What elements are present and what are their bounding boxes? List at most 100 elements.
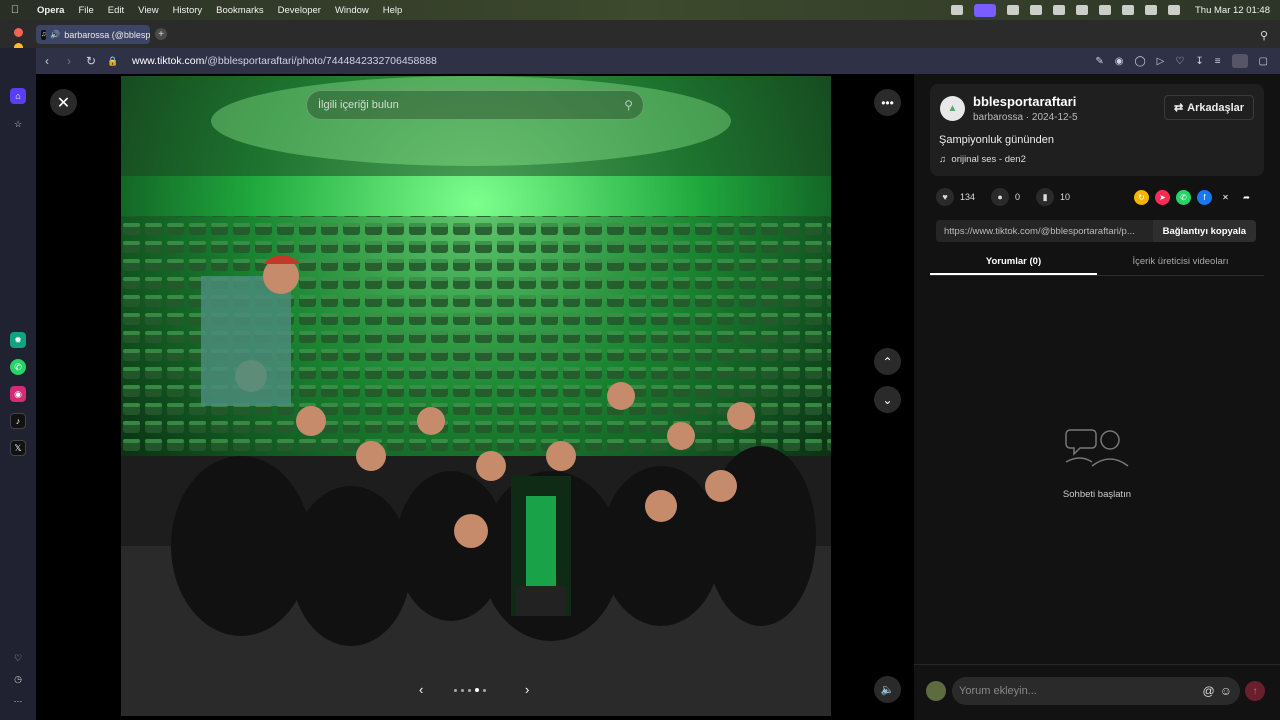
tiktok-icon[interactable]: ♪ <box>10 413 26 429</box>
heart-sidebar-icon[interactable]: ♡ <box>10 650 26 666</box>
status-icon[interactable] <box>951 5 963 15</box>
tab-search-icon[interactable]: ⚲ <box>1260 29 1268 42</box>
chatgpt-icon[interactable]: ✹ <box>10 332 26 348</box>
menu-file[interactable]: File <box>71 5 100 16</box>
menu-history[interactable]: History <box>166 5 210 16</box>
search-icon[interactable]: ⚲ <box>624 98 633 112</box>
menu-window[interactable]: Window <box>328 5 376 16</box>
download-icon[interactable]: ↧ <box>1195 56 1203 67</box>
x-icon[interactable]: 𝕏 <box>10 440 26 456</box>
author-username[interactable]: bblesportaraftari <box>973 94 1076 109</box>
send-icon[interactable]: ➤ <box>1155 190 1170 205</box>
menu-icon[interactable]: ≡ <box>1215 56 1221 67</box>
lock-icon[interactable]: 🔒 <box>102 56 124 67</box>
emoji-icon[interactable]: ☺ <box>1220 684 1232 698</box>
new-tab-button[interactable]: + <box>155 28 167 40</box>
panel-tabs: Yorumlar (0) İçerik üreticisi videoları <box>930 252 1264 276</box>
volume-button[interactable]: 🔈 <box>874 676 901 703</box>
music-title: orijinal ses - den2 <box>951 154 1026 165</box>
music-note-icon: ♫ <box>939 154 947 165</box>
more-options-button[interactable]: ••• <box>874 89 901 116</box>
author-meta: barbarossa · 2024-12-5 <box>973 112 1078 123</box>
author-card: ▲ bblesportaraftari barbarossa · 2024-12… <box>930 84 1264 176</box>
player-icon[interactable]: ▷ <box>1157 56 1165 67</box>
user-icon[interactable] <box>1053 5 1065 15</box>
star-icon[interactable]: ☆ <box>10 116 26 132</box>
shield-icon[interactable]: ◯ <box>1134 56 1145 67</box>
camera-icon[interactable]: ◉ <box>1115 56 1124 67</box>
instagram-icon[interactable]: ◉ <box>10 386 26 402</box>
post-comment-button[interactable]: ↑ <box>1245 681 1265 701</box>
wifi-icon[interactable] <box>1122 5 1134 15</box>
menu-app-opera[interactable]: Opera <box>30 5 71 16</box>
apple-icon[interactable]:  <box>0 4 30 16</box>
friends-button[interactable]: ⇄ Arkadaşlar <box>1164 95 1254 120</box>
facebook-share-icon[interactable]: f <box>1197 190 1212 205</box>
like-icon[interactable]: ♥ <box>936 188 954 206</box>
next-post-button[interactable]: ⌄ <box>874 386 901 413</box>
photo-illustration <box>121 76 831 716</box>
spotlight-icon[interactable] <box>1145 5 1157 15</box>
slide-indicator <box>454 688 486 692</box>
history-icon[interactable]: ◷ <box>10 671 26 687</box>
x-share-icon[interactable]: ✕ <box>1218 190 1233 205</box>
menu-view[interactable]: View <box>131 5 165 16</box>
menu-edit[interactable]: Edit <box>101 5 131 16</box>
empty-comments-text: Sohbeti başlatın <box>1062 489 1132 500</box>
music-link[interactable]: ♫ orijinal ses - den2 <box>939 154 1026 165</box>
tab-creator-videos[interactable]: İçerik üreticisi videoları <box>1097 252 1264 275</box>
speaker-icon[interactable]: 🔊 <box>50 30 60 39</box>
screen-record-icon[interactable] <box>974 3 996 17</box>
prev-slide-arrow[interactable]: ‹ <box>419 682 423 697</box>
slide-dot[interactable] <box>461 688 464 692</box>
related-content-search[interactable]: İlgili içeriği bulun ⚲ <box>306 90 644 120</box>
menu-developer[interactable]: Developer <box>271 5 328 16</box>
cloud-icon[interactable] <box>1007 5 1019 15</box>
reload-button[interactable]: ↻ <box>80 54 102 68</box>
slide-dot[interactable] <box>454 688 457 692</box>
menubar-clock[interactable]: Thu Mar 12 01:48 <box>1195 5 1270 16</box>
menu-bookmarks[interactable]: Bookmarks <box>209 5 271 16</box>
author-avatar[interactable]: ▲ <box>940 96 965 121</box>
slide-dot[interactable] <box>468 688 471 692</box>
heart-icon[interactable]: ♡ <box>1175 56 1184 67</box>
tiktok-favicon-icon: ♫ <box>41 29 47 40</box>
share-link[interactable]: https://www.tiktok.com/@bblesportaraftar… <box>936 226 1152 237</box>
menu-help[interactable]: Help <box>376 5 410 16</box>
post-details-panel: ▲ bblesportaraftari barbarossa · 2024-12… <box>914 74 1280 720</box>
battery-icon[interactable] <box>1099 5 1111 15</box>
share-arrow-icon[interactable]: ➦ <box>1239 190 1254 205</box>
status-icons: Thu Mar 12 01:48 <box>951 3 1280 17</box>
whatsapp-share-icon[interactable]: ✆ <box>1176 190 1191 205</box>
close-viewer-button[interactable]: ✕ <box>50 89 77 116</box>
copy-link-button[interactable]: Bağlantıyı kopyala <box>1152 220 1256 242</box>
bookmark-icon[interactable]: ▮ <box>1036 188 1055 206</box>
next-slide-arrow[interactable]: › <box>525 682 529 697</box>
play-icon[interactable] <box>1030 5 1042 15</box>
forward-button[interactable]: › <box>58 54 80 68</box>
comment-tools: @ ☺ <box>1203 684 1232 698</box>
mention-icon[interactable]: @ <box>1203 684 1215 698</box>
back-button[interactable]: ‹ <box>36 54 58 68</box>
browser-tab[interactable]: ♫ 🔊 barbarossa (@bblesp <box>36 25 150 44</box>
cube-icon[interactable]: ▢ <box>1259 56 1268 67</box>
home-icon[interactable]: ⌂ <box>10 88 26 104</box>
whatsapp-icon[interactable]: ✆ <box>10 359 26 375</box>
control-center-icon[interactable] <box>1168 5 1180 15</box>
user-avatar[interactable] <box>926 681 946 701</box>
comment-input[interactable]: Yorum ekleyin... @ ☺ <box>952 677 1240 705</box>
repost-icon[interactable]: ↻ <box>1134 190 1149 205</box>
slide-dot[interactable] <box>475 688 479 692</box>
profile-avatar[interactable] <box>1231 54 1248 68</box>
post-photo[interactable] <box>121 76 831 716</box>
previous-post-button[interactable]: ⌃ <box>874 348 901 375</box>
browser-tools: ✎ ◉ ◯ ▷ ♡ ↧ ≡ ▢ <box>1095 54 1280 68</box>
comment-icon[interactable]: ● <box>991 188 1010 206</box>
edit-icon[interactable]: ✎ <box>1095 56 1103 67</box>
tab-comments[interactable]: Yorumlar (0) <box>930 252 1097 275</box>
close-window-icon[interactable] <box>14 28 23 37</box>
keyboard-icon[interactable] <box>1076 5 1088 15</box>
url-field[interactable]: www.tiktok.com/@bblesportaraftari/photo/… <box>132 55 437 67</box>
slide-dot[interactable] <box>483 688 486 692</box>
more-icon[interactable]: ⋯ <box>10 693 26 709</box>
